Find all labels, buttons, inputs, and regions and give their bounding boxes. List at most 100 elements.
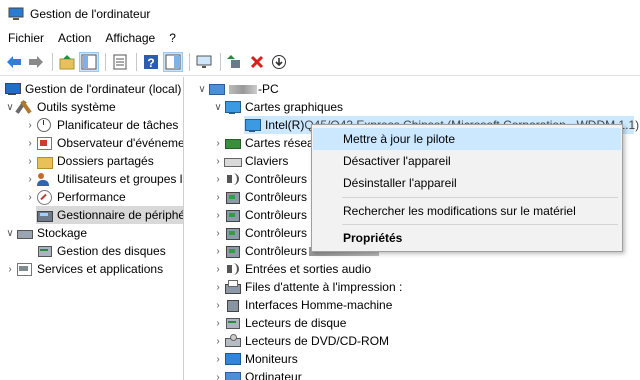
menu-item-disable-device[interactable]: Désactiver l'appareil	[313, 150, 621, 172]
hid-icon	[224, 297, 240, 313]
device-category-label: Contrôleurs	[245, 208, 308, 222]
device-category-print-queues[interactable]: › Files d'attente à l'impression :	[212, 278, 402, 296]
computer-icon	[208, 81, 225, 97]
device-category-disk-drives[interactable]: › Lecteurs de disque	[212, 314, 346, 332]
menu-action[interactable]: Action	[52, 31, 97, 45]
menu-help[interactable]: ?	[163, 31, 182, 45]
chevron-right-icon[interactable]: ›	[212, 152, 224, 170]
chevron-right-icon[interactable]: ›	[212, 242, 224, 260]
tree-item-storage[interactable]: ∨ Stockage	[4, 224, 87, 242]
users-icon	[36, 171, 52, 187]
action-pane-button[interactable]	[163, 51, 183, 72]
device-tree-root[interactable]: ∨ -PC	[196, 80, 279, 98]
tree-item-performance[interactable]: › Performance	[24, 188, 126, 206]
update-driver-button[interactable]	[225, 52, 245, 72]
device-category-label: Moniteurs	[245, 352, 298, 366]
chevron-right-icon[interactable]: ›	[212, 350, 224, 368]
chevron-right-icon[interactable]: ›	[24, 170, 36, 188]
device-category-network-adapters[interactable]: › Cartes résea	[212, 134, 314, 152]
device-category-hid[interactable]: › Interfaces Homme-machine	[212, 296, 392, 314]
tree-item-system-tools[interactable]: ∨ Outils système	[4, 98, 115, 116]
properties-button[interactable]	[110, 52, 130, 72]
shared-folder-icon	[36, 153, 53, 169]
chevron-down-icon[interactable]: ∨	[4, 224, 16, 242]
device-category-audio-io[interactable]: › Entrées et sorties audio	[212, 260, 371, 278]
device-category-display-adapters[interactable]: ∨ Cartes graphiques	[212, 98, 343, 116]
tree-item-shared-folders[interactable]: › Dossiers partagés	[24, 152, 154, 170]
device-category-controllers[interactable]: › Contrôleurs	[212, 206, 307, 224]
back-button[interactable]	[4, 52, 24, 72]
network-adapter-icon	[224, 135, 241, 151]
chevron-right-icon[interactable]: ›	[212, 170, 224, 188]
chevron-right-icon[interactable]: ›	[212, 206, 224, 224]
menu-separator	[342, 224, 618, 225]
tree-root[interactable]: Gestion de l'ordinateur (local)	[4, 80, 181, 98]
chevron-right-icon[interactable]: ›	[24, 152, 36, 170]
chevron-right-icon[interactable]: ›	[24, 188, 36, 206]
tree-item-label: Dossiers partagés	[57, 154, 154, 168]
forward-button[interactable]	[26, 52, 46, 72]
menu-item-update-driver[interactable]: Mettre à jour le pilote	[313, 128, 621, 150]
chevron-down-icon[interactable]: ∨	[4, 98, 16, 116]
tree-item-device-manager[interactable]: Gestionnaire de périphé	[36, 206, 183, 224]
toolbar-separator	[105, 52, 106, 71]
device-category-sound-controllers[interactable]: › Contrôleurs	[212, 170, 307, 188]
chevron-right-icon[interactable]: ›	[212, 188, 224, 206]
speaker-icon	[224, 171, 240, 187]
device-category-label: Cartes résea	[245, 136, 314, 150]
svg-text:?: ?	[147, 56, 154, 70]
help-button[interactable]: ?	[141, 52, 161, 72]
show-tree-icon	[81, 54, 97, 69]
tree-item-event-viewer[interactable]: › Observateur d'événeme	[24, 134, 183, 152]
controller-icon	[224, 225, 240, 241]
show-tree-button[interactable]	[79, 51, 99, 72]
chevron-down-icon[interactable]: ∨	[196, 80, 208, 98]
menu-item-scan-changes[interactable]: Rechercher les modifications sur le maté…	[313, 200, 621, 222]
up-button[interactable]	[57, 52, 77, 72]
device-category-dvd-drives[interactable]: › Lecteurs de DVD/CD-ROM	[212, 332, 389, 350]
computer-name-label: -PC	[258, 82, 279, 96]
toolbar-separator	[189, 52, 190, 71]
device-category-controllers[interactable]: › Contrôleurs	[212, 224, 307, 242]
tree-item-task-scheduler[interactable]: › Planificateur de tâches	[24, 116, 178, 134]
disk-management-icon	[36, 243, 52, 259]
uninstall-button[interactable]	[247, 52, 267, 72]
speaker-icon	[224, 261, 240, 277]
help-icon: ?	[144, 54, 158, 70]
chevron-right-icon[interactable]: ›	[24, 116, 36, 134]
tree-item-disk-management[interactable]: Gestion des disques	[36, 242, 166, 260]
chevron-right-icon[interactable]: ›	[212, 224, 224, 242]
device-category-label: Cartes graphiques	[245, 100, 344, 114]
scan-hardware-button[interactable]	[269, 52, 289, 72]
device-category-keyboards[interactable]: › Claviers	[212, 152, 288, 170]
chevron-right-icon[interactable]: ›	[212, 260, 224, 278]
chevron-right-icon[interactable]: ›	[212, 278, 224, 296]
chevron-right-icon[interactable]: ›	[212, 134, 224, 152]
chevron-right-icon[interactable]: ›	[4, 260, 16, 278]
device-category-monitors[interactable]: › Moniteurs	[212, 350, 298, 368]
menu-item-properties[interactable]: Propriétés	[313, 227, 621, 249]
chevron-right-icon[interactable]: ›	[212, 296, 224, 314]
device-category-label: Entrées et sorties audio	[245, 262, 372, 276]
chevron-right-icon[interactable]: ›	[212, 332, 224, 350]
menu-item-uninstall-device[interactable]: Désinstaller l'appareil	[313, 172, 621, 194]
chevron-right-icon[interactable]: ›	[212, 368, 224, 380]
monitor-button[interactable]	[194, 52, 214, 72]
toolbar-separator	[220, 52, 221, 71]
device-manager-icon	[36, 207, 53, 223]
device-category-label: Lecteurs de disque	[245, 316, 347, 330]
tree-item-services-apps[interactable]: › Services et applications	[4, 260, 163, 278]
tree-item-label: Gestion des disques	[57, 244, 166, 258]
toolbar: ?	[0, 48, 640, 76]
menu-affichage[interactable]: Affichage	[99, 31, 161, 45]
printer-icon	[224, 279, 241, 295]
device-category-computers[interactable]: › Ordinateur	[212, 368, 302, 380]
chevron-right-icon[interactable]: ›	[212, 314, 224, 332]
device-category-controllers[interactable]: › Contrôleurs	[212, 188, 307, 206]
context-menu: Mettre à jour le pilote Désactiver l'app…	[311, 124, 623, 252]
tree-item-users-groups[interactable]: › Utilisateurs et groupes l	[24, 170, 182, 188]
menu-fichier[interactable]: Fichier	[2, 31, 50, 45]
chevron-right-icon[interactable]: ›	[24, 134, 36, 152]
chevron-down-icon[interactable]: ∨	[212, 98, 224, 116]
menu-bar: Fichier Action Affichage ?	[0, 28, 640, 48]
